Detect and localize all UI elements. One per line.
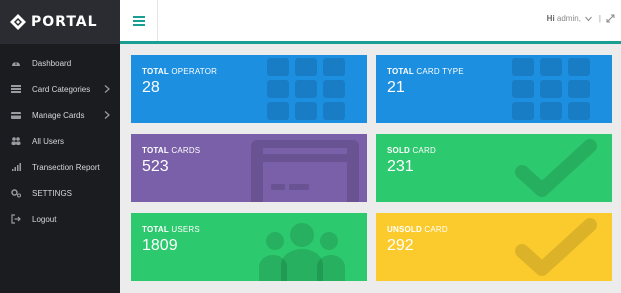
card-title-bold: TOTAL bbox=[142, 67, 169, 76]
portal-logo-icon bbox=[10, 14, 26, 30]
stat-card-total-operator[interactable]: TOTAL OPERATOR 28 bbox=[131, 55, 367, 123]
sidebar: PORTAL Dashboard Card Categories Manage … bbox=[0, 0, 120, 293]
card-title-rest: CARD bbox=[410, 146, 436, 155]
card-value: 21 bbox=[387, 79, 405, 96]
sidebar-item-all-users[interactable]: All Users bbox=[0, 128, 120, 154]
brand-name: PORTAL bbox=[31, 14, 98, 30]
stat-card-sold-card[interactable]: SOLD CARD 231 bbox=[376, 134, 612, 202]
sidebar-item-label: Dashboard bbox=[32, 58, 72, 68]
chevron-down-icon bbox=[585, 16, 592, 21]
card-title: UNSOLD CARD bbox=[387, 225, 448, 234]
sidebar-item-label: SETTINGS bbox=[32, 188, 73, 198]
sidebar-item-settings[interactable]: SETTINGS bbox=[0, 180, 120, 206]
user-menu[interactable]: Hi admin, | bbox=[547, 14, 601, 23]
card-value: 28 bbox=[142, 79, 160, 96]
hamburger-icon bbox=[132, 15, 145, 26]
sidebar-toggle-button[interactable] bbox=[120, 0, 158, 41]
logout-icon bbox=[11, 214, 21, 224]
card-title: TOTAL OPERATOR bbox=[142, 67, 217, 76]
card-title: TOTAL CARD TYPE bbox=[387, 67, 464, 76]
card-title: SOLD CARD bbox=[387, 146, 436, 155]
card-title-bold: SOLD bbox=[387, 146, 411, 155]
card-title-rest: CARD bbox=[421, 225, 448, 234]
users-icon bbox=[259, 223, 345, 281]
fullscreen-icon[interactable] bbox=[606, 14, 615, 23]
sidebar-item-logout[interactable]: Logout bbox=[0, 206, 120, 232]
card-title-rest: USERS bbox=[168, 225, 200, 234]
check-icon bbox=[515, 139, 597, 197]
card-title-rest: CARD TYPE bbox=[413, 67, 464, 76]
chevron-right-icon bbox=[104, 111, 110, 119]
stat-card-unsold-card[interactable]: UNSOLD CARD 292 bbox=[376, 213, 612, 281]
stat-card-total-users[interactable]: TOTAL USERS 1809 bbox=[131, 213, 367, 281]
sidebar-item-label: Transection Report bbox=[32, 162, 100, 172]
card-title: TOTAL CARDS bbox=[142, 146, 200, 155]
sidebar-item-label: Logout bbox=[32, 214, 57, 224]
card-value: 523 bbox=[142, 158, 169, 175]
list-icon bbox=[11, 84, 21, 94]
bar-chart-icon bbox=[11, 162, 21, 172]
card-title-bold: TOTAL bbox=[387, 67, 414, 76]
credit-card-icon bbox=[251, 140, 359, 202]
card-title-bold: TOTAL bbox=[142, 225, 169, 234]
grid-icon bbox=[267, 58, 345, 120]
card-icon bbox=[11, 110, 21, 120]
gear-icon bbox=[11, 188, 21, 198]
card-title-bold: UNSOLD bbox=[387, 225, 422, 234]
card-value: 1809 bbox=[142, 237, 178, 254]
check-icon bbox=[515, 218, 597, 276]
sidebar-item-label: Manage Cards bbox=[32, 110, 85, 120]
sidebar-item-manage-cards[interactable]: Manage Cards bbox=[0, 102, 120, 128]
sidebar-menu: Dashboard Card Categories Manage Cards A… bbox=[0, 44, 120, 232]
stat-card-total-cards[interactable]: TOTAL CARDS 523 bbox=[131, 134, 367, 202]
card-value: 292 bbox=[387, 237, 414, 254]
greeting-text: Hi bbox=[546, 14, 555, 23]
chevron-right-icon bbox=[104, 85, 110, 93]
stat-card-total-card-type[interactable]: TOTAL CARD TYPE 21 bbox=[376, 55, 612, 123]
card-title-bold: TOTAL bbox=[142, 146, 169, 155]
sidebar-item-label: Card Categories bbox=[32, 84, 91, 94]
topbar: Hi admin, | bbox=[120, 0, 621, 44]
card-value: 231 bbox=[387, 158, 414, 175]
sidebar-item-label: All Users bbox=[32, 136, 65, 146]
card-title-rest: CARDS bbox=[168, 146, 201, 155]
sidebar-item-dashboard[interactable]: Dashboard bbox=[0, 50, 120, 76]
sidebar-item-transection-report[interactable]: Transection Report bbox=[0, 154, 120, 180]
card-title-rest: OPERATOR bbox=[168, 67, 218, 76]
card-title: TOTAL USERS bbox=[142, 225, 200, 234]
dashboard-icon bbox=[11, 58, 21, 68]
brand[interactable]: PORTAL bbox=[0, 0, 120, 44]
user-greeting: Hi admin, bbox=[547, 14, 581, 23]
topbar-divider: | bbox=[598, 14, 601, 23]
users-icon bbox=[11, 136, 21, 146]
grid-icon bbox=[512, 58, 590, 120]
sidebar-item-card-categories[interactable]: Card Categories bbox=[0, 76, 120, 102]
username: admin, bbox=[556, 14, 581, 23]
